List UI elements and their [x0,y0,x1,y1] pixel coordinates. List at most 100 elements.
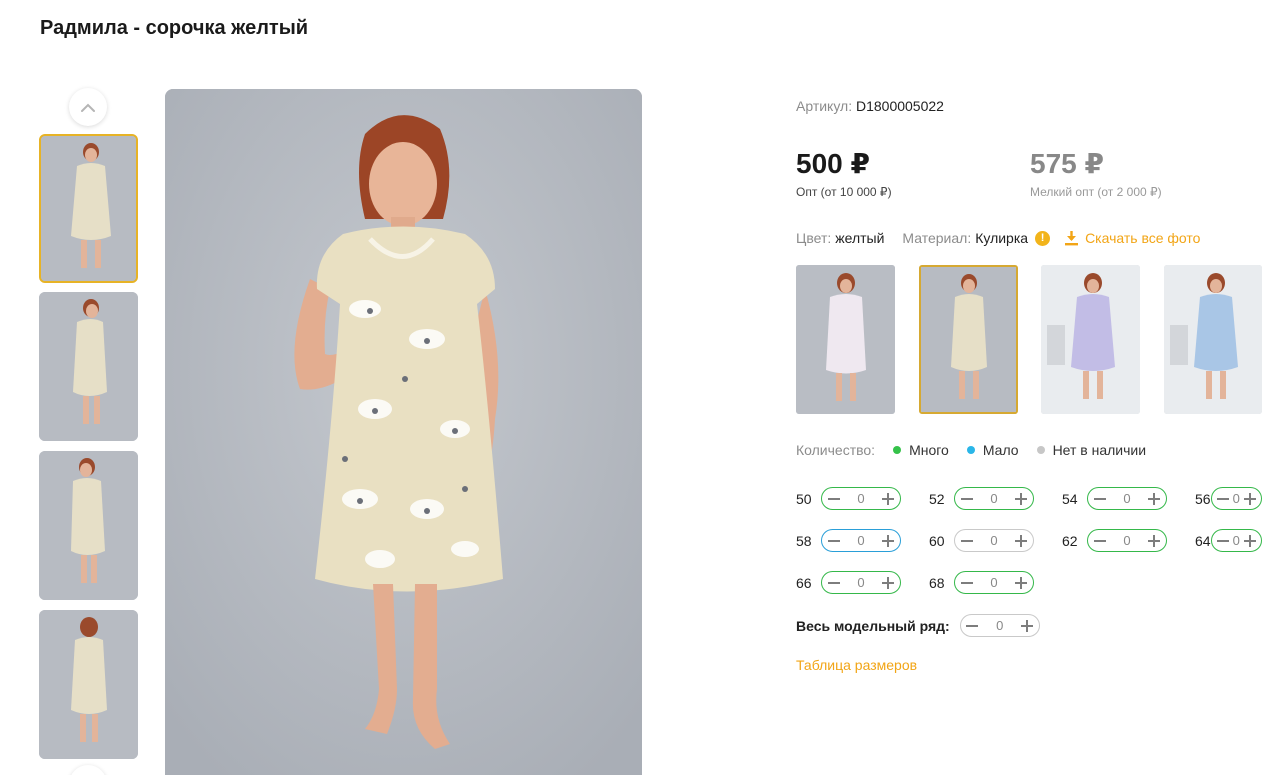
sku-value: D1800005022 [855,98,944,114]
product-properties: Цвет: желтый Материал: Кулирка ! Скачать… [796,230,1200,246]
plus-button[interactable] [1241,490,1258,507]
quantity-value[interactable]: 0 [996,618,1003,633]
plus-icon [1148,492,1161,505]
plus-icon [882,576,895,589]
legend-label-few: Мало [982,442,1019,458]
variant-photo-image [1164,265,1262,414]
minus-button[interactable] [958,532,975,549]
plus-button[interactable] [1241,532,1258,549]
minus-icon [966,624,979,627]
size-row-56: 56 0 [1195,487,1262,510]
main-product-photo[interactable] [165,89,642,775]
quantity-stepper: 0 [954,529,1034,552]
download-all-photos-label: Скачать все фото [1085,230,1201,246]
quantity-stepper: 0 [954,487,1034,510]
minus-icon [1093,497,1106,500]
minus-icon [1217,539,1230,542]
size-row-64: 64 0 [1195,529,1262,552]
plus-button[interactable] [1146,490,1163,507]
minus-button[interactable] [958,490,975,507]
quantity-value[interactable]: 0 [990,533,997,548]
model-photo-image [41,136,136,281]
thumbnail-side[interactable] [39,292,138,441]
info-icon[interactable]: ! [1035,230,1051,246]
download-all-photos-link[interactable]: Скачать все фото [1064,230,1200,246]
quantity-value[interactable]: 0 [857,575,864,590]
minus-icon [827,581,840,584]
minus-button[interactable] [825,574,842,591]
minus-button[interactable] [825,490,842,507]
size-row-68: 68 0 [929,571,1034,594]
legend-label-none: Нет в наличии [1052,442,1147,458]
quantity-value[interactable]: 0 [990,491,997,506]
quantity-value[interactable]: 0 [1123,533,1130,548]
variant-photo-image [796,265,895,414]
size-label: 60 [929,532,945,549]
quantity-value[interactable]: 0 [1233,533,1240,548]
minus-button[interactable] [958,574,975,591]
minus-button[interactable] [1215,532,1232,549]
minus-button[interactable] [1091,532,1108,549]
minus-button[interactable] [1091,490,1108,507]
quantity-stepper: 0 [954,571,1034,594]
download-icon [1065,231,1079,246]
thumbnail-side-2[interactable] [39,451,138,600]
quantity-value[interactable]: 0 [857,533,864,548]
model-photo-image [165,89,642,775]
quantity-stepper: 0 [1210,529,1262,552]
minus-button[interactable] [825,532,842,549]
legend-label-many: Много [909,442,949,458]
quantity-value[interactable]: 0 [990,575,997,590]
plus-button[interactable] [880,574,897,591]
thumbnail-back[interactable] [39,610,138,759]
plus-button[interactable] [1013,574,1030,591]
minus-icon [1093,539,1106,542]
thumbnails-scroll-up-button[interactable] [69,88,107,126]
thumbnail-front[interactable] [39,134,138,283]
whole-range-row: Весь модельный ряд: 0 [796,614,1040,637]
quantity-stepper: 0 [1210,487,1262,510]
plus-button[interactable] [880,532,897,549]
minus-icon [960,497,973,500]
plus-button[interactable] [1013,490,1030,507]
quantity-value[interactable]: 0 [1233,491,1240,506]
size-label: 62 [1062,532,1078,549]
size-table-link[interactable]: Таблица размеров [796,657,917,673]
quantity-stepper: 0 [821,571,901,594]
sku-label: Артикул: [796,98,853,114]
size-row-50: 50 0 [796,487,901,510]
quantity-stepper: 0 [1087,529,1167,552]
chevron-up-icon [81,103,95,112]
size-row-62: 62 0 [1062,529,1167,552]
blue-dot-icon [966,446,975,454]
size-row-52: 52 0 [929,487,1034,510]
whole-range-label: Весь модельный ряд: [796,617,950,634]
small-wholesale-price: 575 ₽ [1030,148,1104,179]
quantity-value[interactable]: 0 [857,491,864,506]
plus-button[interactable] [1019,617,1036,634]
variant-photo-image [1041,265,1140,414]
minus-button[interactable] [1215,490,1232,507]
plus-button[interactable] [1146,532,1163,549]
legend-item-few: Мало [966,442,1019,458]
model-photo-image [39,451,138,600]
color-variant-white[interactable] [796,265,895,414]
legend-item-many: Много [893,442,949,458]
quantity-label: Количество: [796,442,876,458]
legend-item-none: Нет в наличии [1036,442,1147,458]
size-label: 68 [929,574,945,591]
plus-button[interactable] [1013,532,1030,549]
color-variant-yellow[interactable] [919,265,1018,414]
color-value: желтый [835,230,885,246]
plus-button[interactable] [880,490,897,507]
minus-icon [960,539,973,542]
wholesale-price-note: Опт (от 10 000 ₽) [796,185,892,199]
color-variant-lilac[interactable] [1041,265,1140,414]
thumbnails-scroll-down-button[interactable] [69,765,107,775]
quantity-value[interactable]: 0 [1123,491,1130,506]
color-variant-blue[interactable] [1164,265,1262,414]
size-label: 54 [1062,490,1078,507]
minus-button[interactable] [964,617,981,634]
plus-icon [1243,492,1256,505]
quantity-stepper: 0 [821,529,901,552]
